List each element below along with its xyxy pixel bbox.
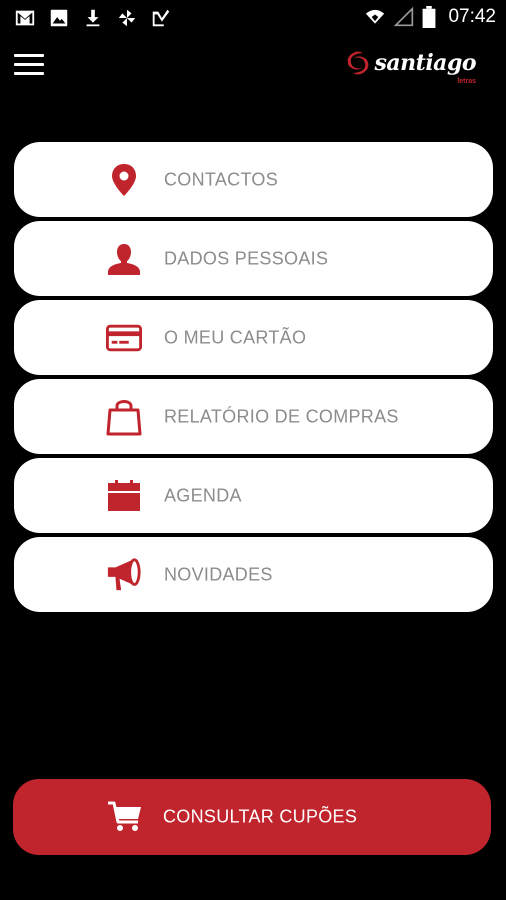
calendar-icon [106,478,142,514]
wifi-icon [366,9,385,24]
menu-item-label: AGENDA [164,485,242,505]
logo-swirl-icon [347,51,368,75]
system-icons: 07:42 [364,6,496,28]
image-icon [50,9,68,27]
signal-icon [394,7,414,27]
menu-item-label: NOVIDADES [164,564,273,584]
megaphone-icon [106,557,142,593]
card-icon [106,320,142,356]
status-bar: 07:42 [0,0,506,36]
menu-item-novidades[interactable]: NOVIDADES [14,537,493,612]
app-bar: santiago letras [0,40,506,96]
menu-item-label: CONTACTOS [164,169,279,189]
checklist-icon [152,9,170,27]
person-icon [106,241,142,277]
battery-icon [423,6,436,28]
notification-icons [14,7,172,29]
logo-text: santiago [374,50,477,76]
shopping-cart-icon [105,797,145,837]
shopping-bag-icon [106,399,142,435]
gmail-icon [15,10,35,26]
download-icon [86,9,100,27]
menu-item-o-meu-cartao[interactable]: O MEU CARTÃO [14,300,493,375]
main-menu: CONTACTOS DADOS PESSOAIS O MEU CARTÃO RE… [14,142,493,616]
menu-item-agenda[interactable]: AGENDA [14,458,493,533]
menu-item-contactos[interactable]: CONTACTOS [14,142,493,217]
consultar-cupoes-button[interactable]: CONSULTAR CUPÕES [13,779,491,855]
menu-item-label: RELATÓRIO DE COMPRAS [164,406,399,426]
logo-subtext: letras [457,78,476,85]
consultar-cupoes-label: CONSULTAR CUPÕES [163,806,358,827]
santiago-logo: santiago letras [343,48,477,85]
menu-item-dados-pessoais[interactable]: DADOS PESSOAIS [14,221,493,296]
pinwheel-icon [118,9,136,27]
menu-item-label: O MEU CARTÃO [164,327,307,347]
menu-item-label: DADOS PESSOAIS [164,248,329,268]
menu-item-relatorio-de-compras[interactable]: RELATÓRIO DE COMPRAS [14,379,493,454]
hamburger-menu-icon[interactable] [14,54,44,78]
status-time: 07:42 [448,6,496,27]
location-pin-icon [106,162,142,198]
